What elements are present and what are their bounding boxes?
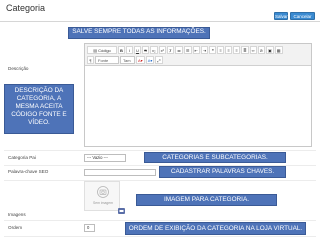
align-left-icon[interactable]: ≡ (217, 45, 225, 54)
category-image-placeholder[interactable]: Sem imagem (84, 181, 120, 211)
seo-keyword-input[interactable] (84, 169, 156, 176)
blockquote-icon[interactable]: ❝ (209, 45, 217, 54)
row-divider (4, 180, 316, 181)
description-label: Descrição (8, 66, 29, 71)
source-button[interactable]: ▤ Código Fonte (87, 45, 117, 61)
row-divider (4, 220, 316, 221)
link-icon[interactable]: ∞ (249, 45, 257, 54)
seo-keyword-label: Palavra-chave SEO (8, 169, 49, 174)
align-right-icon[interactable]: ≡ (233, 45, 241, 54)
align-center-icon[interactable]: ≡ (225, 45, 233, 54)
italic-icon[interactable]: I (126, 45, 133, 54)
strikethrough-icon[interactable]: S (142, 45, 149, 54)
underline-icon[interactable]: U (134, 45, 141, 54)
numbered-list-icon[interactable]: ≔ (174, 45, 183, 54)
camera-icon (97, 186, 109, 198)
font-select[interactable]: Fonte (95, 55, 119, 64)
table-icon[interactable]: ▦ (274, 45, 283, 54)
upload-icon[interactable] (118, 208, 125, 214)
row-divider (4, 150, 316, 151)
background-color-icon[interactable]: A▾ (145, 55, 155, 64)
text-color-icon[interactable]: A▾ (136, 55, 145, 64)
order-input[interactable]: 0 (84, 224, 95, 232)
order-label: Ordem (8, 225, 23, 230)
editor-toolbar: ▤ Código Fonte B I U S x₂ x² Ⱦ ≔ ☰ ⇤ ⇥ ❝… (85, 44, 311, 66)
fullscreen-icon[interactable]: ⤢ (155, 55, 163, 64)
editor-content-area[interactable] (86, 67, 310, 145)
callout-image: IMAGEM PARA CATEGORIA. (136, 194, 277, 206)
image-placeholder-caption: Sem imagem (93, 201, 113, 205)
callout-save-all: SALVE SEMPRE TODAS AS INFORMAÇÕES. (68, 27, 210, 39)
description-editor[interactable]: ▤ Código Fonte B I U S x₂ x² Ⱦ ≔ ☰ ⇤ ⇥ ❝… (84, 43, 312, 147)
subscript-icon[interactable]: x₂ (150, 45, 158, 54)
save-button[interactable]: Salvar (274, 12, 288, 20)
page-title: Categoria (6, 3, 46, 13)
callout-description: DESCRIÇÃO DA CATEGORIA, A MESMA ACEITA C… (4, 84, 74, 134)
size-select[interactable]: Tam (120, 55, 135, 64)
callout-order: ORDEM DE EXIBIÇÃO DA CATEGORIA NA LOJA V… (125, 222, 306, 235)
parent-category-label: Categoria Pai (8, 155, 36, 160)
editor-toolbar-row-1: ▤ Código Fonte B I U S x₂ x² Ⱦ ≔ ☰ ⇤ ⇥ ❝… (87, 45, 283, 61)
justify-icon[interactable]: ≣ (241, 45, 249, 54)
remove-format-icon[interactable]: Ⱦ (166, 45, 174, 54)
parent-category-select[interactable]: --- Vazio --- (84, 154, 126, 162)
cancel-button[interactable]: Cancelar (290, 12, 315, 20)
bullet-list-icon[interactable]: ☰ (183, 45, 192, 54)
images-label: Imagens (8, 212, 26, 217)
row-divider (4, 236, 316, 237)
styles-icon[interactable]: ¶ (87, 55, 94, 64)
title-bar: Categoria Salvar Cancelar (0, 0, 320, 22)
editor-toolbar-row-2: ¶ Fonte Tam A▾ A▾ ⤢ (87, 55, 163, 64)
indent-icon[interactable]: ⇥ (200, 45, 209, 54)
unlink-icon[interactable]: ⊘ (257, 45, 265, 54)
callout-keywords: CADASTRAR PALAVRAS CHAVES. (159, 166, 286, 178)
bold-icon[interactable]: B (118, 45, 125, 54)
outdent-icon[interactable]: ⇤ (192, 45, 200, 54)
superscript-icon[interactable]: x² (158, 45, 166, 54)
image-icon[interactable]: ▣ (265, 45, 274, 54)
source-icon: ▤ (93, 47, 97, 53)
callout-categories: CATEGORIAS E SUBCATEGORIAS. (144, 152, 286, 163)
